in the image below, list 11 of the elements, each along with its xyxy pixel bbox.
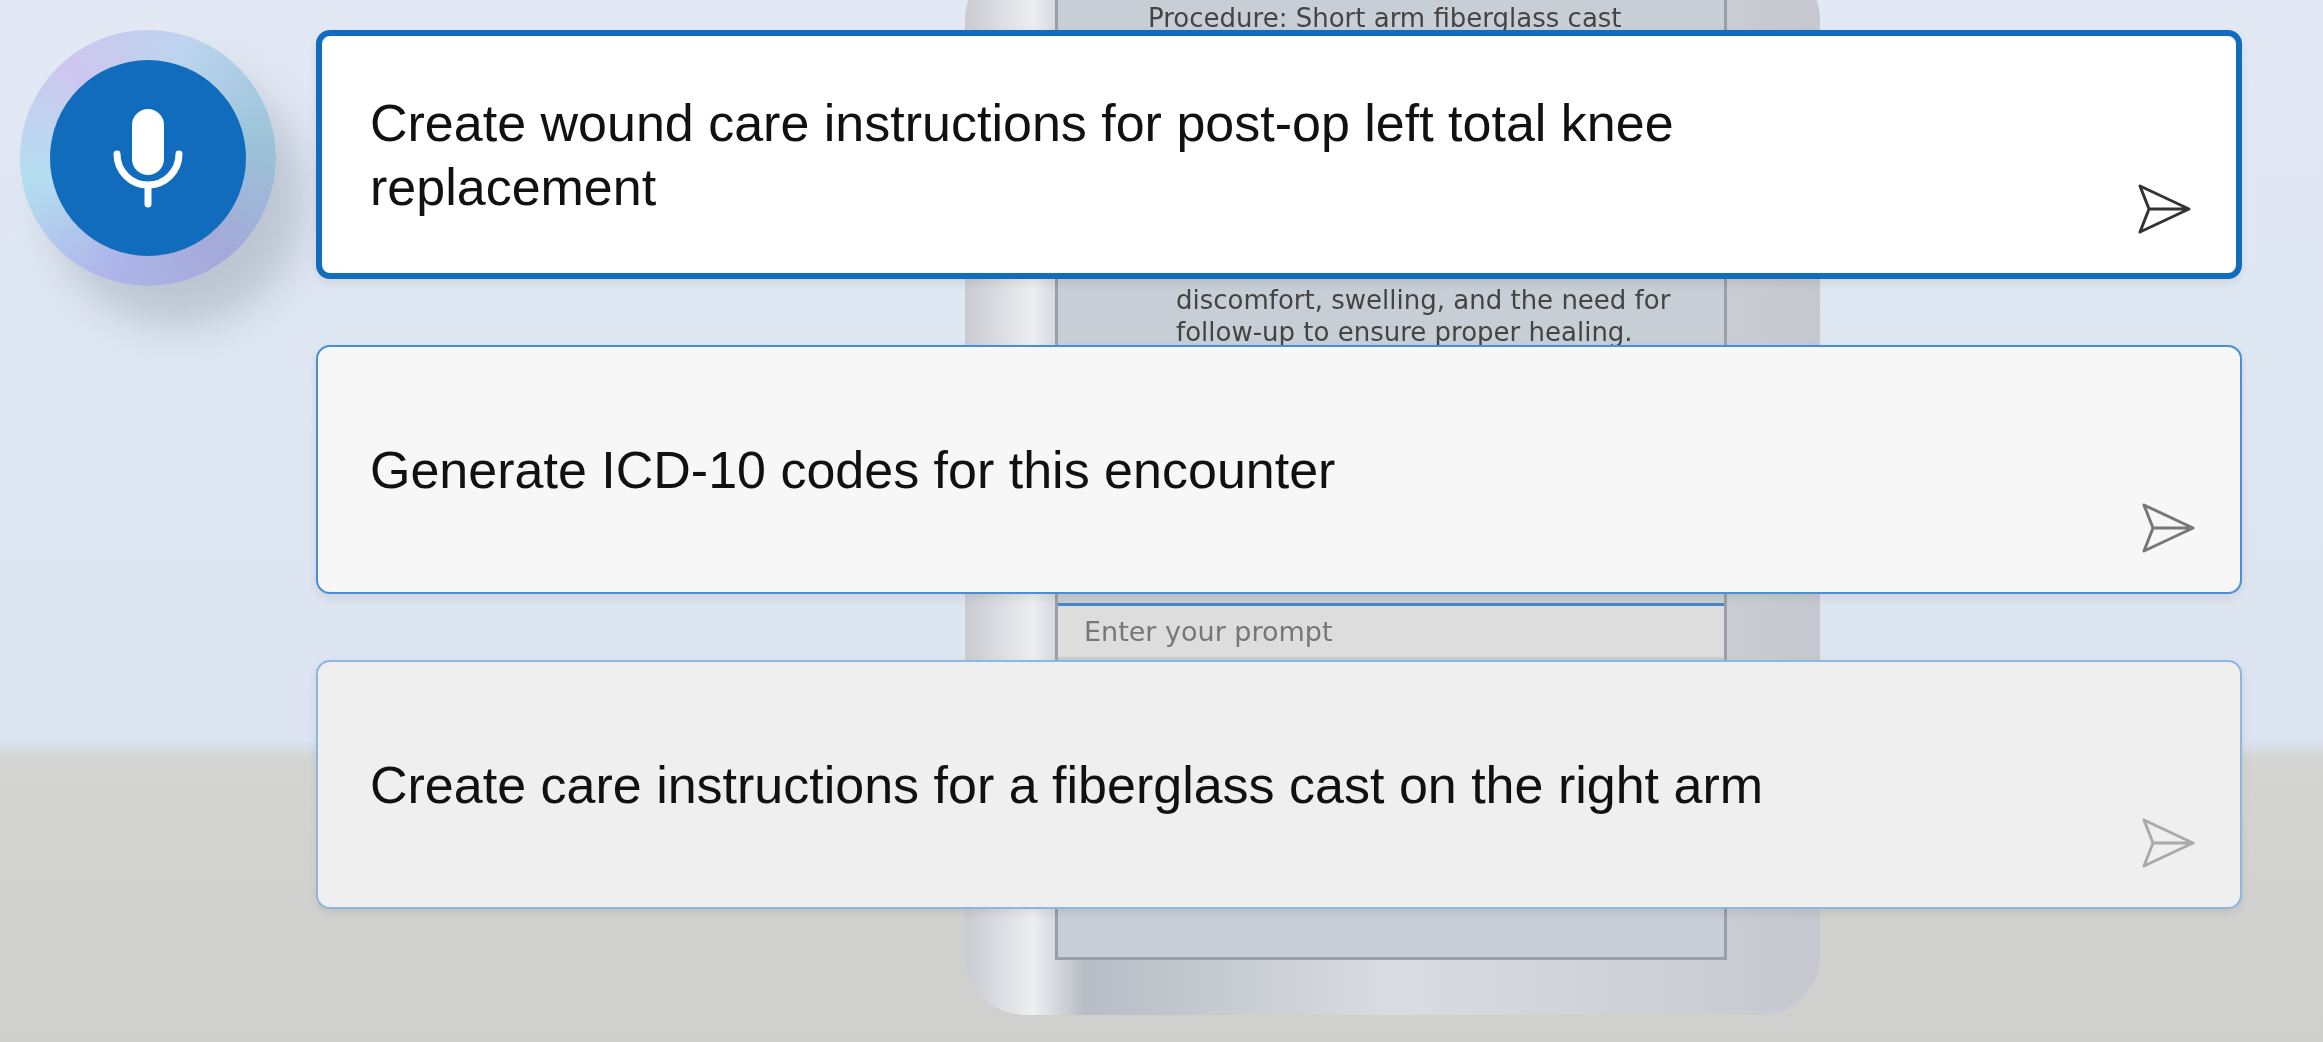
note-text: discomfort, swelling, and the need for	[1176, 285, 1671, 315]
suggestion-text: Generate ICD-10 codes for this encounter	[370, 439, 1336, 501]
suggestion-card[interactable]: Create care instructions for a fiberglass cast on the right arm	[316, 660, 2242, 909]
suggestion-text: Create care instructions for a fiberglass cast on the right arm	[370, 754, 1764, 816]
suggestion-card[interactable]: Create wound care instructions for post-op left total knee replacement	[316, 30, 2242, 279]
suggestion-text: Create wound care instructions for post-op left total knee replacement	[370, 92, 1675, 218]
suggestion-card[interactable]: Generate ICD-10 codes for this encounter	[316, 345, 2242, 594]
prompt-field[interactable]: Enter your prompt	[1058, 603, 1724, 657]
note-text: Procedure: Short arm fiberglass cast	[1148, 3, 1622, 33]
note-text: follow-up to ensure proper healing.	[1176, 317, 1633, 347]
microphone-icon	[112, 106, 184, 210]
